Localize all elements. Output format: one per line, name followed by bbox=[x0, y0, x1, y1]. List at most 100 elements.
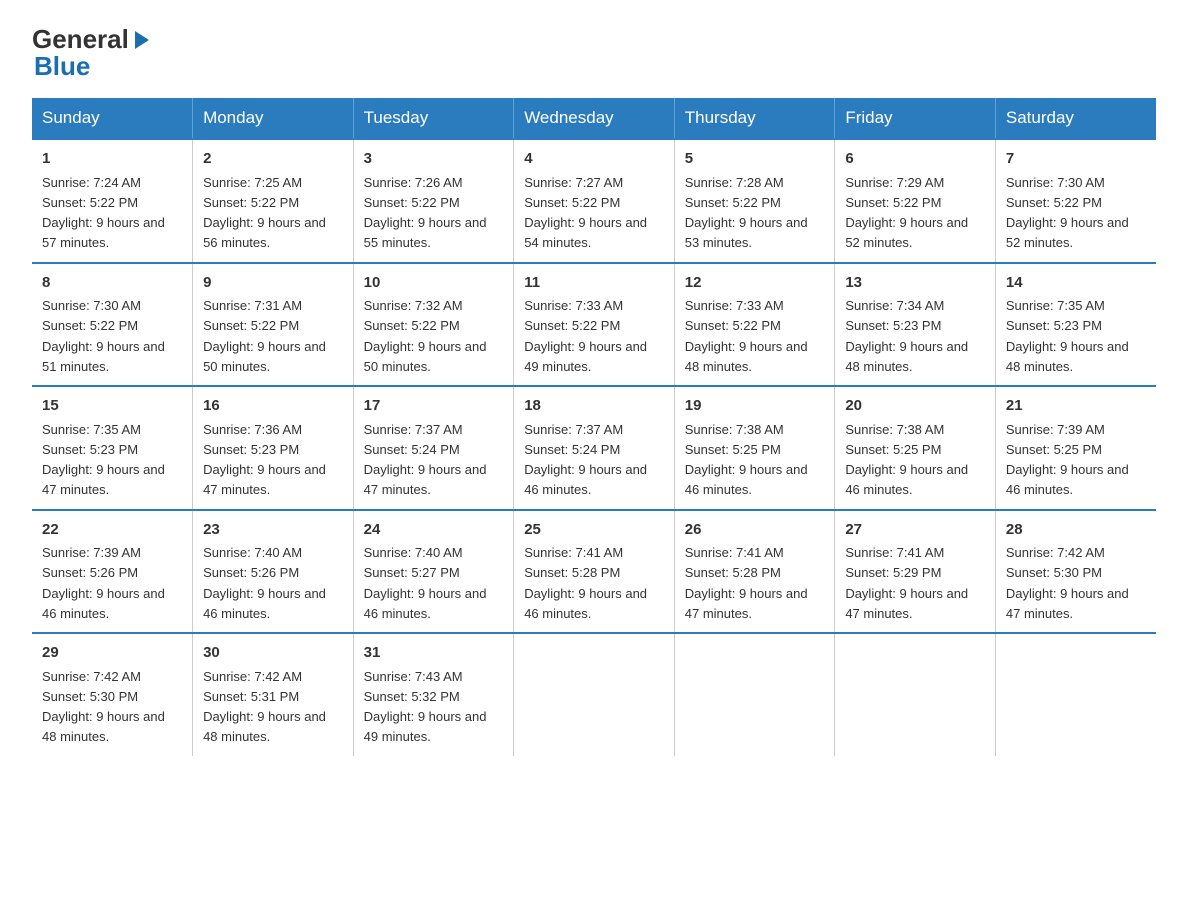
day-header-monday: Monday bbox=[193, 98, 354, 139]
day-number: 5 bbox=[685, 148, 825, 171]
week-row-2: 8 Sunrise: 7:30 AM Sunset: 5:22 PM Dayli… bbox=[32, 263, 1156, 387]
calendar-cell bbox=[674, 633, 835, 756]
day-number: 9 bbox=[203, 272, 343, 295]
calendar-table: SundayMondayTuesdayWednesdayThursdayFrid… bbox=[32, 98, 1156, 756]
sunset-info: Sunset: 5:26 PM bbox=[42, 565, 138, 580]
calendar-cell: 11 Sunrise: 7:33 AM Sunset: 5:22 PM Dayl… bbox=[514, 263, 675, 387]
sunset-info: Sunset: 5:27 PM bbox=[364, 565, 460, 580]
calendar-cell: 19 Sunrise: 7:38 AM Sunset: 5:25 PM Dayl… bbox=[674, 386, 835, 510]
daylight-info: Daylight: 9 hours and 54 minutes. bbox=[524, 215, 647, 250]
daylight-info: Daylight: 9 hours and 47 minutes. bbox=[845, 586, 968, 621]
sunrise-info: Sunrise: 7:32 AM bbox=[364, 298, 463, 313]
calendar-cell: 7 Sunrise: 7:30 AM Sunset: 5:22 PM Dayli… bbox=[995, 139, 1156, 263]
sunrise-info: Sunrise: 7:41 AM bbox=[845, 545, 944, 560]
day-header-saturday: Saturday bbox=[995, 98, 1156, 139]
sunset-info: Sunset: 5:24 PM bbox=[524, 442, 620, 457]
sunset-info: Sunset: 5:22 PM bbox=[364, 195, 460, 210]
calendar-cell: 12 Sunrise: 7:33 AM Sunset: 5:22 PM Dayl… bbox=[674, 263, 835, 387]
daylight-info: Daylight: 9 hours and 55 minutes. bbox=[364, 215, 487, 250]
day-number: 10 bbox=[364, 272, 504, 295]
day-number: 18 bbox=[524, 395, 664, 418]
sunrise-info: Sunrise: 7:30 AM bbox=[42, 298, 141, 313]
daylight-info: Daylight: 9 hours and 47 minutes. bbox=[42, 462, 165, 497]
sunrise-info: Sunrise: 7:28 AM bbox=[685, 175, 784, 190]
calendar-cell bbox=[995, 633, 1156, 756]
sunset-info: Sunset: 5:22 PM bbox=[1006, 195, 1102, 210]
day-number: 2 bbox=[203, 148, 343, 171]
sunset-info: Sunset: 5:30 PM bbox=[1006, 565, 1102, 580]
daylight-info: Daylight: 9 hours and 49 minutes. bbox=[364, 709, 487, 744]
daylight-info: Daylight: 9 hours and 48 minutes. bbox=[1006, 339, 1129, 374]
sunset-info: Sunset: 5:23 PM bbox=[203, 442, 299, 457]
sunset-info: Sunset: 5:22 PM bbox=[845, 195, 941, 210]
sunset-info: Sunset: 5:32 PM bbox=[364, 689, 460, 704]
sunrise-info: Sunrise: 7:39 AM bbox=[42, 545, 141, 560]
calendar-cell: 13 Sunrise: 7:34 AM Sunset: 5:23 PM Dayl… bbox=[835, 263, 996, 387]
sunrise-info: Sunrise: 7:34 AM bbox=[845, 298, 944, 313]
day-number: 6 bbox=[845, 148, 985, 171]
calendar-cell: 29 Sunrise: 7:42 AM Sunset: 5:30 PM Dayl… bbox=[32, 633, 193, 756]
calendar-cell: 14 Sunrise: 7:35 AM Sunset: 5:23 PM Dayl… bbox=[995, 263, 1156, 387]
sunrise-info: Sunrise: 7:25 AM bbox=[203, 175, 302, 190]
sunrise-info: Sunrise: 7:33 AM bbox=[524, 298, 623, 313]
sunset-info: Sunset: 5:28 PM bbox=[685, 565, 781, 580]
calendar-cell: 6 Sunrise: 7:29 AM Sunset: 5:22 PM Dayli… bbox=[835, 139, 996, 263]
day-number: 19 bbox=[685, 395, 825, 418]
daylight-info: Daylight: 9 hours and 50 minutes. bbox=[203, 339, 326, 374]
day-number: 12 bbox=[685, 272, 825, 295]
day-header-tuesday: Tuesday bbox=[353, 98, 514, 139]
week-row-5: 29 Sunrise: 7:42 AM Sunset: 5:30 PM Dayl… bbox=[32, 633, 1156, 756]
calendar-cell: 9 Sunrise: 7:31 AM Sunset: 5:22 PM Dayli… bbox=[193, 263, 354, 387]
sunset-info: Sunset: 5:25 PM bbox=[1006, 442, 1102, 457]
daylight-info: Daylight: 9 hours and 56 minutes. bbox=[203, 215, 326, 250]
logo: General Blue bbox=[32, 24, 153, 82]
calendar-cell: 17 Sunrise: 7:37 AM Sunset: 5:24 PM Dayl… bbox=[353, 386, 514, 510]
day-number: 29 bbox=[42, 642, 182, 665]
calendar-cell bbox=[835, 633, 996, 756]
sunrise-info: Sunrise: 7:33 AM bbox=[685, 298, 784, 313]
daylight-info: Daylight: 9 hours and 52 minutes. bbox=[845, 215, 968, 250]
sunset-info: Sunset: 5:31 PM bbox=[203, 689, 299, 704]
sunset-info: Sunset: 5:29 PM bbox=[845, 565, 941, 580]
calendar-cell bbox=[514, 633, 675, 756]
calendar-cell: 20 Sunrise: 7:38 AM Sunset: 5:25 PM Dayl… bbox=[835, 386, 996, 510]
daylight-info: Daylight: 9 hours and 57 minutes. bbox=[42, 215, 165, 250]
calendar-cell: 26 Sunrise: 7:41 AM Sunset: 5:28 PM Dayl… bbox=[674, 510, 835, 634]
sunrise-info: Sunrise: 7:42 AM bbox=[1006, 545, 1105, 560]
page-header: General Blue bbox=[32, 24, 1156, 82]
calendar-cell: 4 Sunrise: 7:27 AM Sunset: 5:22 PM Dayli… bbox=[514, 139, 675, 263]
daylight-info: Daylight: 9 hours and 46 minutes. bbox=[1006, 462, 1129, 497]
day-number: 7 bbox=[1006, 148, 1146, 171]
day-number: 14 bbox=[1006, 272, 1146, 295]
daylight-info: Daylight: 9 hours and 53 minutes. bbox=[685, 215, 808, 250]
logo-arrow-icon bbox=[131, 29, 153, 51]
sunrise-info: Sunrise: 7:37 AM bbox=[524, 422, 623, 437]
sunset-info: Sunset: 5:22 PM bbox=[685, 318, 781, 333]
sunrise-info: Sunrise: 7:42 AM bbox=[42, 669, 141, 684]
day-number: 16 bbox=[203, 395, 343, 418]
sunrise-info: Sunrise: 7:40 AM bbox=[203, 545, 302, 560]
day-number: 30 bbox=[203, 642, 343, 665]
calendar-cell: 1 Sunrise: 7:24 AM Sunset: 5:22 PM Dayli… bbox=[32, 139, 193, 263]
day-number: 23 bbox=[203, 519, 343, 542]
calendar-cell: 25 Sunrise: 7:41 AM Sunset: 5:28 PM Dayl… bbox=[514, 510, 675, 634]
day-number: 27 bbox=[845, 519, 985, 542]
day-number: 4 bbox=[524, 148, 664, 171]
sunrise-info: Sunrise: 7:24 AM bbox=[42, 175, 141, 190]
daylight-info: Daylight: 9 hours and 49 minutes. bbox=[524, 339, 647, 374]
sunrise-info: Sunrise: 7:38 AM bbox=[845, 422, 944, 437]
calendar-cell: 22 Sunrise: 7:39 AM Sunset: 5:26 PM Dayl… bbox=[32, 510, 193, 634]
sunset-info: Sunset: 5:22 PM bbox=[203, 318, 299, 333]
daylight-info: Daylight: 9 hours and 46 minutes. bbox=[42, 586, 165, 621]
daylight-info: Daylight: 9 hours and 48 minutes. bbox=[42, 709, 165, 744]
sunrise-info: Sunrise: 7:31 AM bbox=[203, 298, 302, 313]
day-number: 31 bbox=[364, 642, 504, 665]
daylight-info: Daylight: 9 hours and 52 minutes. bbox=[1006, 215, 1129, 250]
day-number: 28 bbox=[1006, 519, 1146, 542]
day-number: 20 bbox=[845, 395, 985, 418]
sunset-info: Sunset: 5:26 PM bbox=[203, 565, 299, 580]
daylight-info: Daylight: 9 hours and 50 minutes. bbox=[364, 339, 487, 374]
calendar-cell: 21 Sunrise: 7:39 AM Sunset: 5:25 PM Dayl… bbox=[995, 386, 1156, 510]
sunset-info: Sunset: 5:24 PM bbox=[364, 442, 460, 457]
week-row-3: 15 Sunrise: 7:35 AM Sunset: 5:23 PM Dayl… bbox=[32, 386, 1156, 510]
